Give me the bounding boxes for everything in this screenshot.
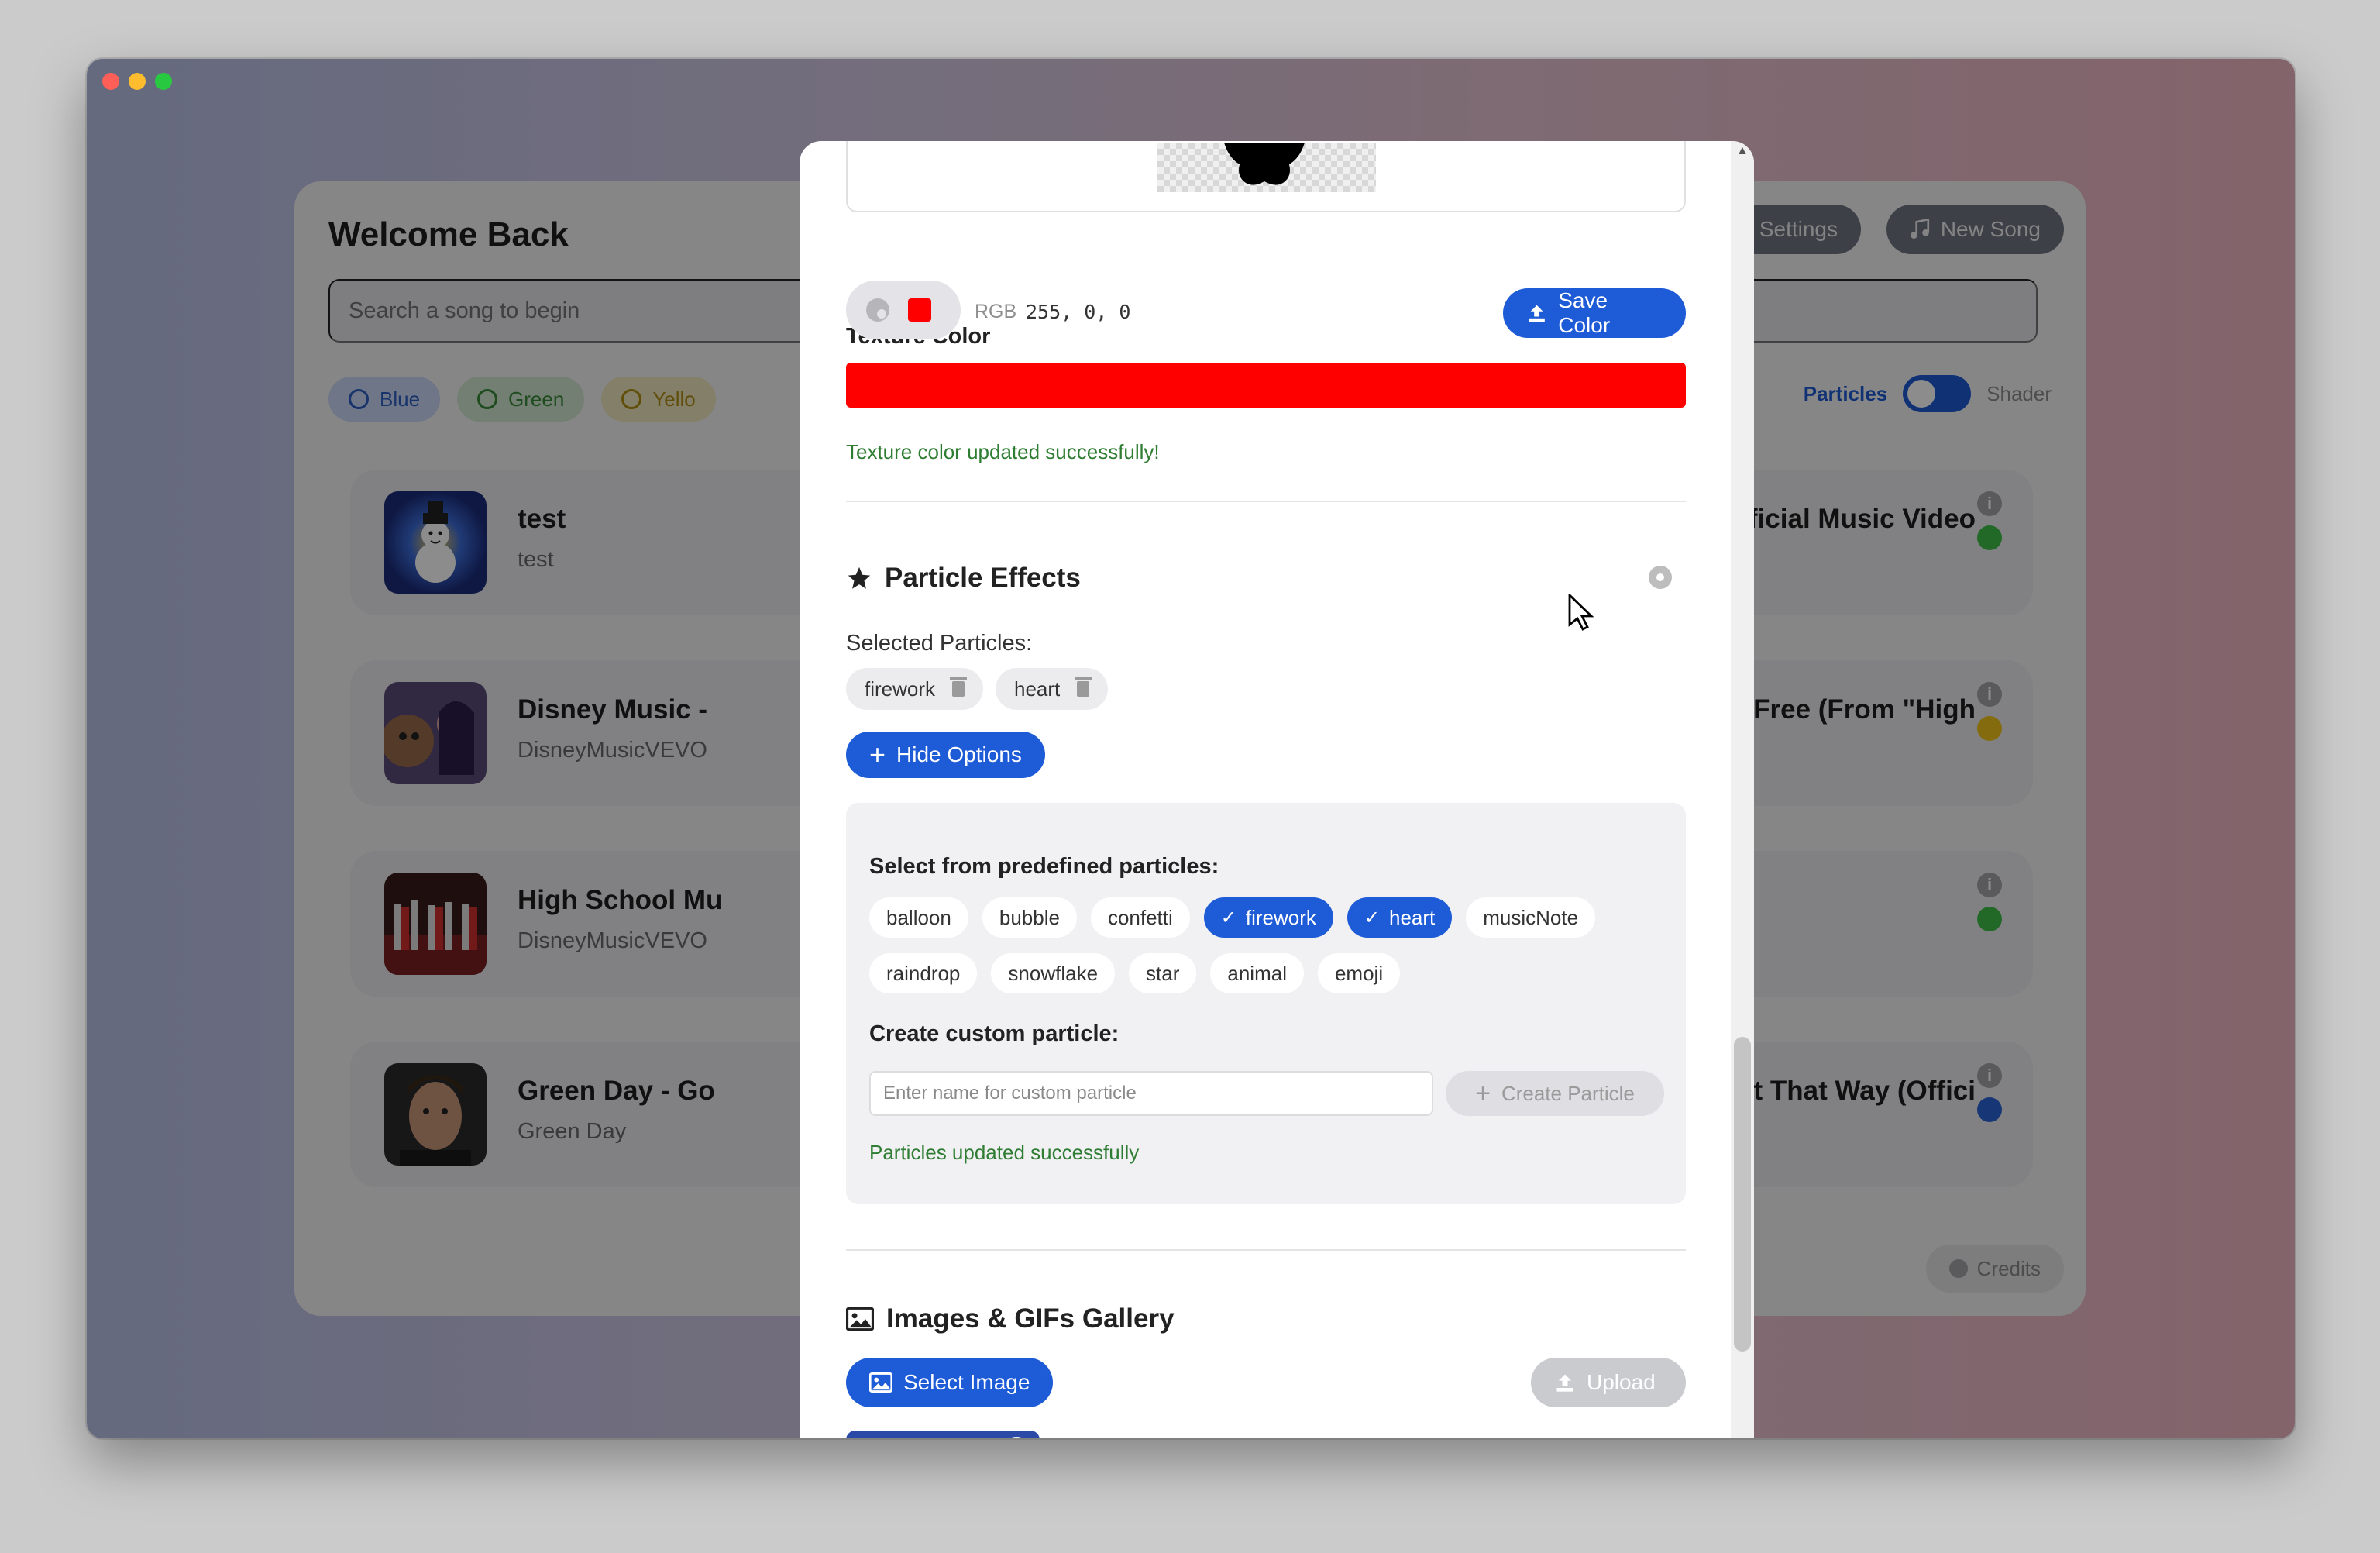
hide-options-button[interactable]: + Hide Options — [846, 732, 1045, 778]
rgb-label: RGB — [975, 301, 1017, 322]
image-icon — [869, 1372, 892, 1393]
custom-particle-input[interactable] — [869, 1071, 1433, 1116]
section-divider — [846, 1249, 1686, 1251]
particles-success-message: Particles updated successfully — [869, 1141, 1140, 1164]
gallery-title: Images & GIFs Gallery — [886, 1303, 1175, 1334]
texture-success-message: Texture color updated successfully! — [846, 440, 1160, 463]
trash-icon[interactable] — [1075, 677, 1092, 697]
scrollbar-thumb[interactable] — [1734, 1037, 1751, 1352]
particle-option-label: balloon — [886, 905, 951, 929]
minimize-window-button[interactable] — [129, 73, 146, 90]
bear-shape-icon — [1224, 143, 1305, 185]
particle-option-raindrop[interactable]: raindrop — [869, 953, 978, 993]
particle-option-label: snowflake — [1008, 961, 1099, 985]
texture-preview — [846, 141, 1686, 212]
check-icon: ✓ — [1364, 907, 1380, 928]
gallery-heading: Images & GIFs Gallery — [846, 1303, 1175, 1334]
predefined-particles-row: balloon bubble confetti ✓ firework ✓ heart… — [869, 897, 1596, 938]
mouse-cursor-icon — [1568, 594, 1594, 631]
particle-option-label: musicNote — [1483, 905, 1579, 929]
selected-particle-chip: heart — [996, 668, 1109, 710]
check-icon: ✓ — [1220, 907, 1236, 928]
selected-particles-list: firework heart — [846, 668, 1109, 710]
upload-icon — [1556, 1374, 1573, 1392]
particle-option-label: star — [1146, 961, 1180, 985]
particle-option-label: raindrop — [886, 961, 961, 985]
section-divider — [846, 501, 1686, 502]
predefined-particles-row: raindrop snowflake star animal emoji — [869, 953, 1401, 993]
particle-option-label: bubble — [999, 905, 1060, 929]
particle-option-bubble[interactable]: bubble — [982, 897, 1077, 938]
upload-icon — [1529, 305, 1545, 322]
modal-scrollbar[interactable]: ▲ ▼ — [1731, 141, 1754, 1438]
close-window-button[interactable] — [102, 73, 119, 90]
color-picker-button[interactable] — [846, 281, 961, 339]
color-preview-bar — [846, 363, 1686, 408]
particle-option-label: firework — [1245, 905, 1316, 929]
scroll-up-arrow-icon[interactable]: ▲ — [1736, 144, 1749, 158]
particle-settings-button[interactable] — [1635, 552, 1686, 603]
particle-effects-heading: Particle Effects — [846, 563, 1081, 594]
selected-particle-chip: firework — [846, 668, 984, 710]
particle-option-firework[interactable]: ✓ firework — [1203, 897, 1333, 938]
images-icon — [846, 1307, 874, 1331]
particle-option-snowflake[interactable]: snowflake — [991, 953, 1116, 993]
predefined-particles-title: Select from predefined particles: — [869, 854, 1219, 879]
particle-effects-title: Particle Effects — [885, 563, 1081, 593]
save-color-button[interactable]: Save Color — [1503, 288, 1686, 338]
app-window: Welcome Back Hue Settings New Song Blue … — [87, 59, 2295, 1438]
star-icon — [848, 566, 871, 589]
rgb-value: 255, 0, 0 — [1026, 301, 1131, 323]
particle-option-label: confetti — [1107, 905, 1173, 929]
custom-particle-title: Create custom particle: — [869, 1021, 1119, 1046]
particle-option-heart[interactable]: ✓ heart — [1346, 897, 1453, 938]
gallery-image-thumbnail[interactable] — [846, 1431, 1040, 1438]
zoom-window-button[interactable] — [155, 73, 172, 90]
create-particle-button[interactable]: + Create Particle — [1446, 1071, 1664, 1116]
trash-icon[interactable] — [950, 677, 968, 697]
particle-option-confetti[interactable]: confetti — [1090, 897, 1190, 938]
particle-option-balloon[interactable]: balloon — [869, 897, 968, 938]
window-controls — [102, 73, 172, 90]
select-image-button[interactable]: Select Image — [846, 1358, 1054, 1407]
chip-label: heart — [1014, 677, 1061, 701]
palette-icon — [866, 298, 889, 322]
hue-settings-modal: Texture Color RGB 255, 0, 0 Save Color T… — [800, 141, 1754, 1438]
gear-icon — [1649, 566, 1672, 589]
select-image-label: Select Image — [903, 1370, 1030, 1394]
create-particle-label: Create Particle — [1501, 1081, 1635, 1105]
particle-option-label: emoji — [1334, 961, 1384, 985]
selected-particles-label: Selected Particles: — [846, 631, 1033, 656]
save-color-label: Save Color — [1558, 288, 1611, 337]
particle-options-panel: Select from predefined particles: balloo… — [846, 803, 1686, 1204]
particle-option-label: animal — [1227, 961, 1287, 985]
particle-option-musicnote[interactable]: musicNote — [1466, 897, 1596, 938]
particle-option-label: heart — [1389, 905, 1436, 929]
upload-button[interactable]: Upload — [1531, 1358, 1686, 1407]
color-swatch — [908, 298, 931, 322]
hide-options-label: Hide Options — [896, 742, 1022, 766]
particle-option-emoji[interactable]: emoji — [1317, 953, 1401, 993]
chip-label: firework — [865, 677, 936, 701]
particle-option-star[interactable]: star — [1129, 953, 1197, 993]
plus-icon: + — [869, 739, 886, 770]
preview-checkerboard — [1157, 143, 1376, 192]
particle-option-animal[interactable]: animal — [1210, 953, 1304, 993]
plus-icon: + — [1475, 1079, 1491, 1108]
upload-label: Upload — [1587, 1370, 1656, 1394]
